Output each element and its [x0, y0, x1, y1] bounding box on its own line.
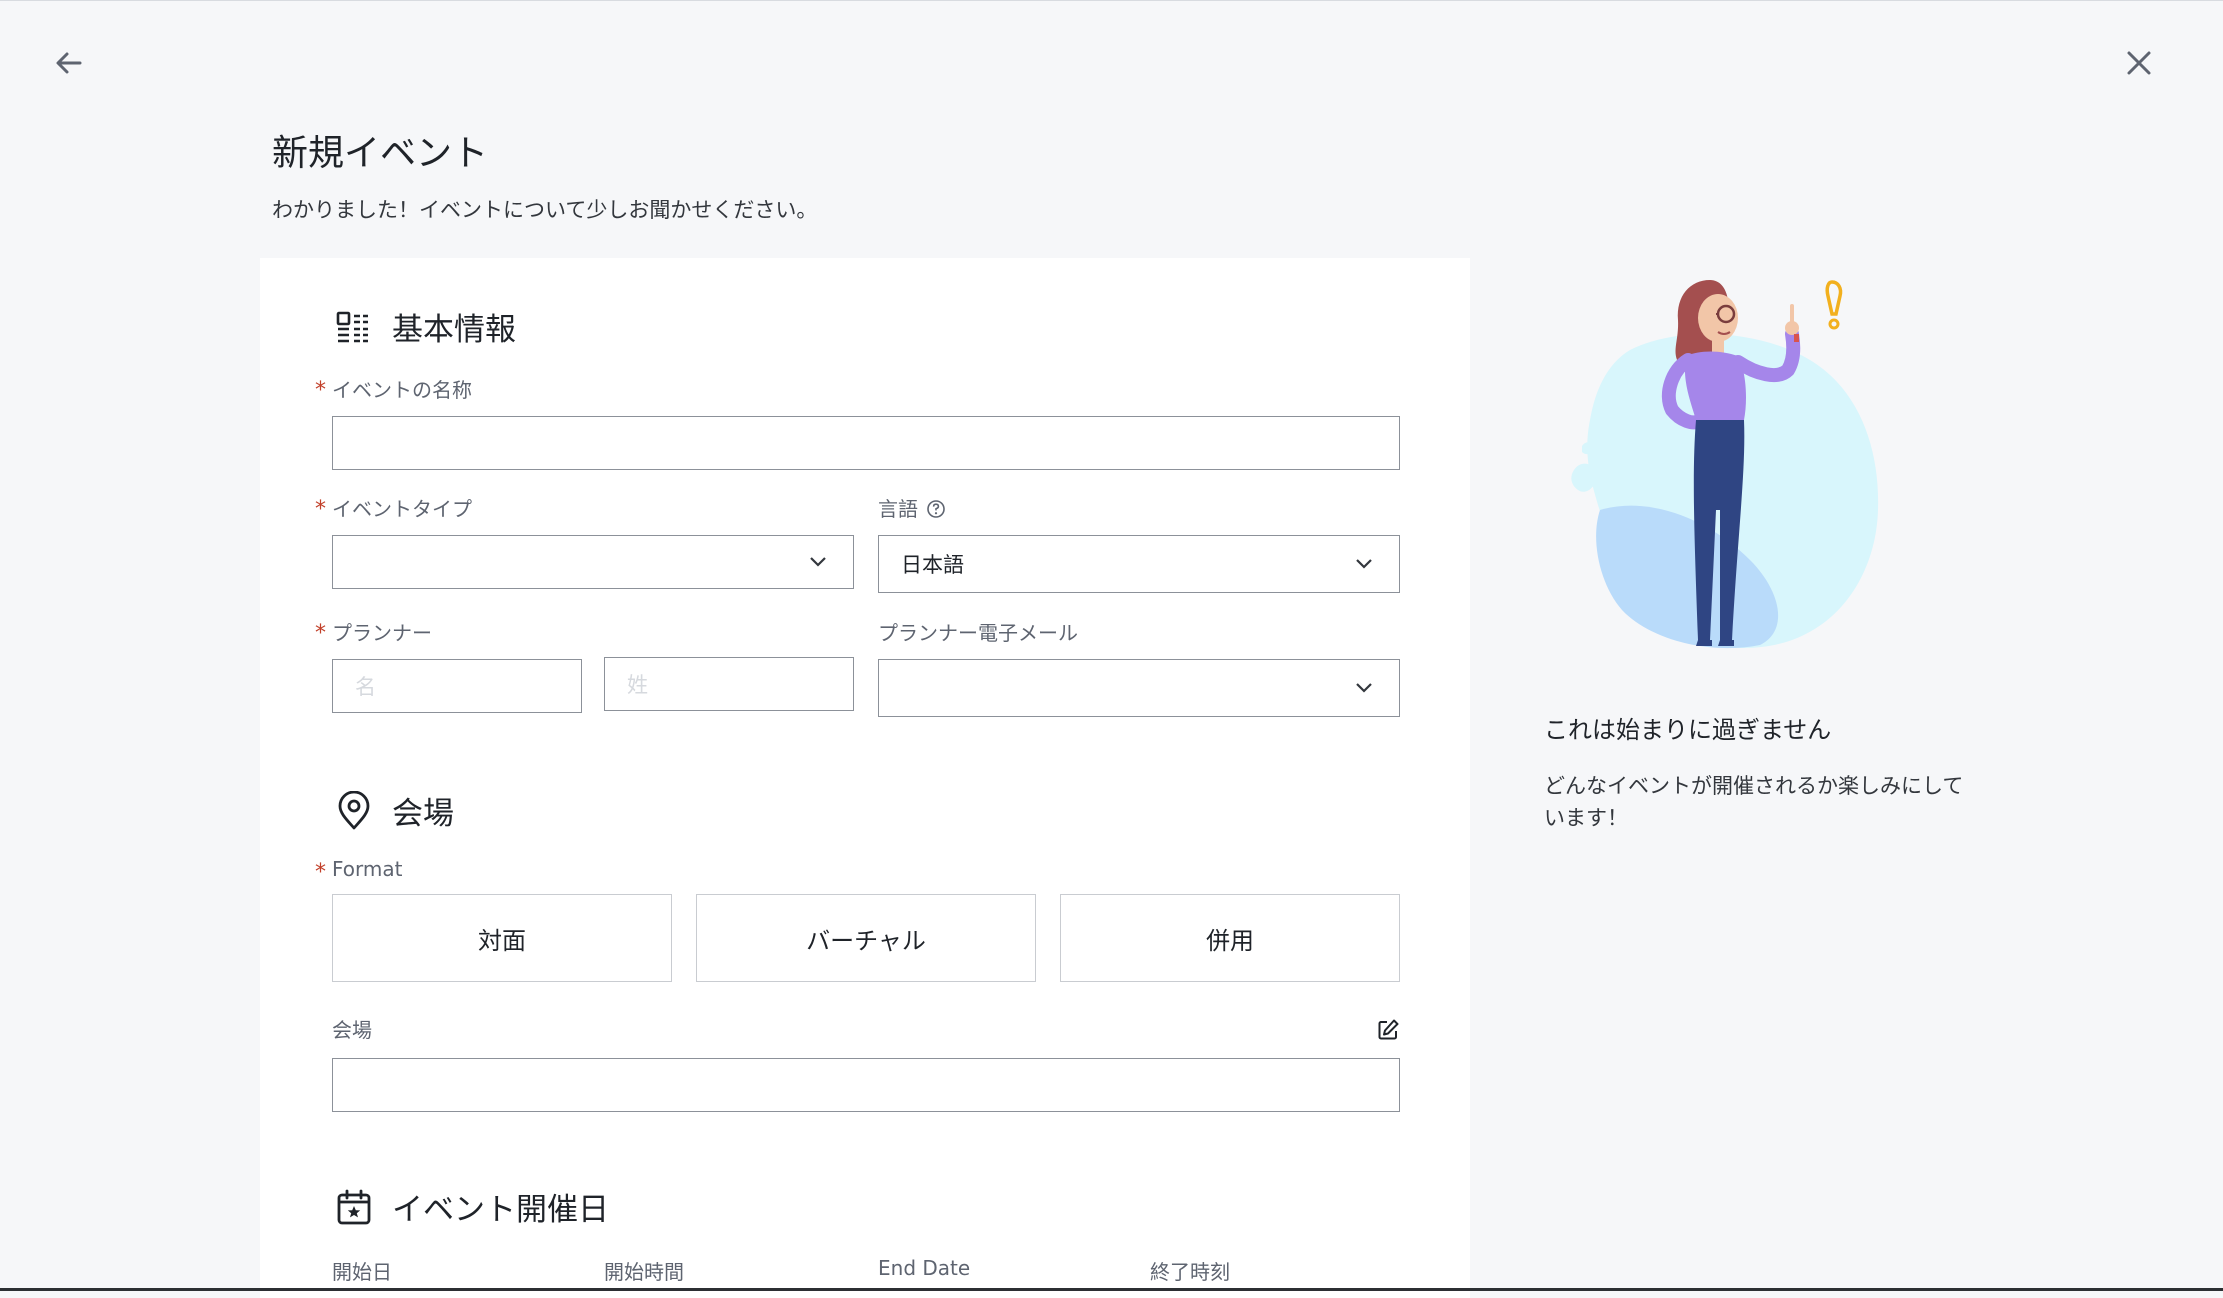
planner-email-label: プランナー電子メール	[878, 621, 1078, 645]
back-button[interactable]	[52, 46, 86, 80]
section-basic-title: 基本情報	[392, 312, 516, 348]
language-value: 日本語	[901, 553, 964, 577]
event-name-input[interactable]	[332, 416, 1400, 470]
required-marker: *	[315, 378, 326, 403]
language-select[interactable]: 日本語	[878, 535, 1400, 593]
edit-icon[interactable]	[1376, 1018, 1400, 1042]
language-label-text: 言語	[878, 497, 918, 521]
chevron-down-icon	[1356, 683, 1372, 693]
aside-title: これは始まりに過ぎません	[1544, 716, 1832, 744]
aside-text: どんなイベントが開催されるか楽しみにしています！	[1544, 774, 1964, 830]
section-dates-title: イベント開催日	[392, 1192, 609, 1228]
close-button[interactable]	[2122, 46, 2156, 80]
section-venue-header: 会場	[334, 788, 454, 833]
event-type-label: イベントタイプ	[332, 497, 472, 521]
close-icon	[2127, 51, 2151, 75]
arrow-left-icon	[56, 52, 82, 74]
format-hybrid-button[interactable]: 併用	[1060, 894, 1400, 982]
end-time-label: 終了時刻	[1150, 1260, 1230, 1284]
format-in-person-button[interactable]: 対面	[332, 894, 672, 982]
planner-first-name-placeholder: 名	[355, 675, 376, 699]
section-dates-header: イベント開催日	[334, 1184, 609, 1229]
event-type-select[interactable]	[332, 535, 854, 589]
page-title: 新規イベント	[272, 133, 489, 174]
required-marker: *	[315, 497, 326, 522]
event-form-card: 基本情報 * イベントの名称 * イベントタイプ 言語 日本語 * プランナー …	[260, 258, 1470, 1298]
start-time-label: 開始時間	[604, 1260, 684, 1284]
help-circle-icon[interactable]	[926, 499, 946, 519]
top-border	[0, 0, 2223, 1]
woman-idea-illustration	[1571, 280, 1879, 649]
required-marker: *	[315, 860, 326, 885]
section-venue-title: 会場	[392, 796, 454, 832]
profile-card-icon	[336, 311, 368, 342]
required-marker: *	[315, 621, 326, 646]
section-basic-header: 基本情報	[334, 304, 516, 349]
format-virtual-button[interactable]: バーチャル	[696, 894, 1036, 982]
format-label: Format	[332, 857, 403, 881]
location-pin-icon	[338, 790, 370, 829]
event-name-label: イベントの名称	[332, 378, 472, 402]
end-date-label: End Date	[878, 1256, 971, 1280]
planner-last-name-placeholder: 姓	[627, 673, 648, 697]
chevron-down-icon	[1356, 559, 1372, 569]
calendar-star-icon	[337, 1189, 371, 1224]
language-label: 言語	[878, 493, 946, 522]
venue-label: 会場	[332, 1018, 372, 1042]
start-date-label: 開始日	[332, 1260, 392, 1284]
chevron-down-icon	[810, 557, 826, 567]
planner-first-name-input[interactable]: 名	[332, 659, 582, 713]
page-subtitle: わかりました！イベントについて少しお聞かせください。	[272, 198, 818, 222]
planner-email-select[interactable]	[878, 659, 1400, 717]
venue-input[interactable]	[332, 1058, 1400, 1112]
planner-label: プランナー	[332, 621, 432, 645]
planner-last-name-input[interactable]: 姓	[604, 657, 854, 711]
